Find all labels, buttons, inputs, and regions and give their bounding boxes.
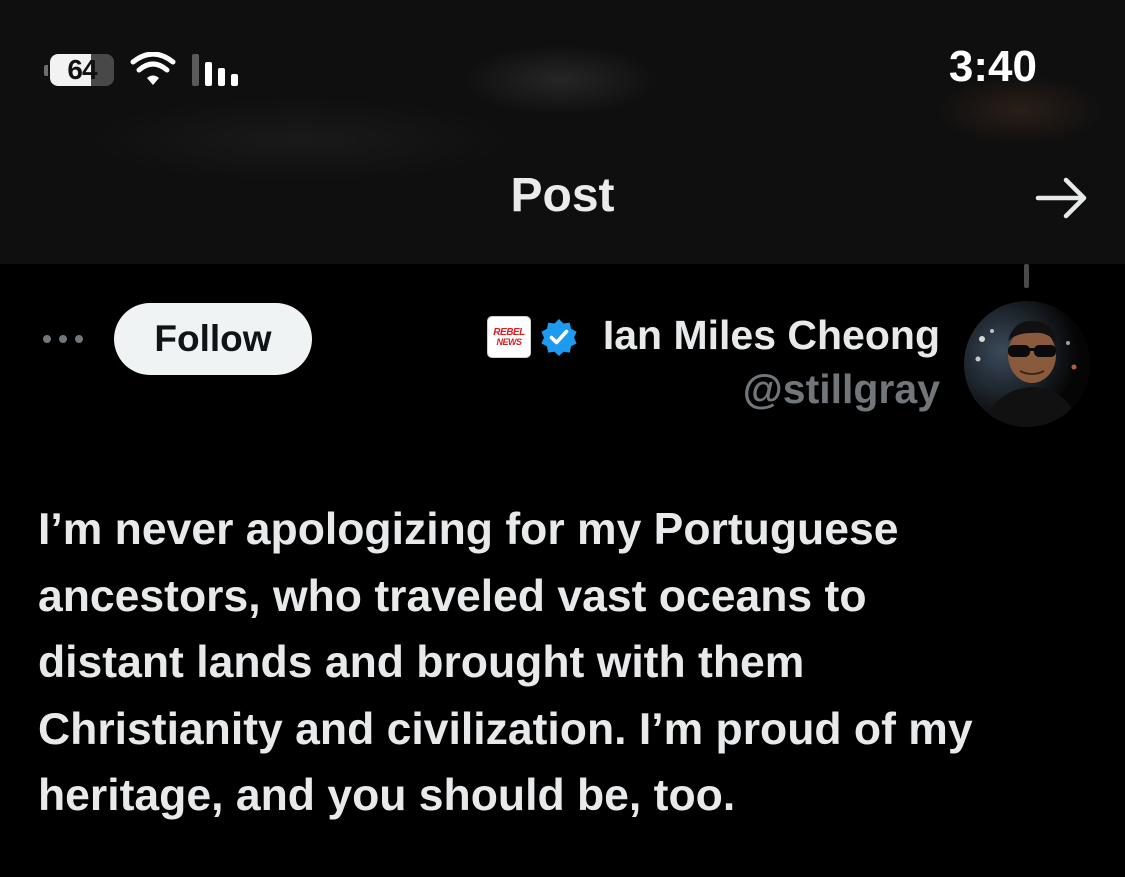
post-text-line: I’m never apologizing for my Portuguese xyxy=(38,505,899,554)
avatar[interactable] xyxy=(964,301,1090,427)
affiliate-badge-icon[interactable]: REBEL NEWS xyxy=(487,316,531,358)
thread-connector-line xyxy=(1024,264,1029,288)
arrow-right-icon[interactable] xyxy=(1034,174,1090,222)
more-options-icon[interactable] xyxy=(40,330,86,348)
post-text: I’m never apologizing for my Portuguese … xyxy=(38,497,1098,830)
follow-button[interactable]: Follow xyxy=(114,303,312,375)
battery-icon: 64 xyxy=(44,54,116,86)
post-text-line: heritage, and you should be, too. xyxy=(38,771,736,820)
post-text-line: ancestors, who traveled vast oceans to xyxy=(38,571,867,621)
page-title: Post xyxy=(510,169,615,222)
status-bar: 64 3:40 xyxy=(0,0,1125,140)
verified-badge-icon[interactable] xyxy=(540,318,578,356)
battery-level: 64 xyxy=(67,54,97,85)
author-display-name[interactable]: Ian Miles Cheong xyxy=(603,312,940,359)
post-text-line: Christianity and civilization. I’m proud… xyxy=(38,704,973,754)
author-handle[interactable]: @stillgray xyxy=(743,366,940,413)
affiliate-badge-line2: NEWS xyxy=(496,337,523,347)
status-time: 3:40 xyxy=(948,42,1037,91)
post-text-line: distant lands and brought with them xyxy=(38,638,805,687)
cellular-signal-icon xyxy=(192,54,238,86)
wifi-icon xyxy=(130,52,176,85)
